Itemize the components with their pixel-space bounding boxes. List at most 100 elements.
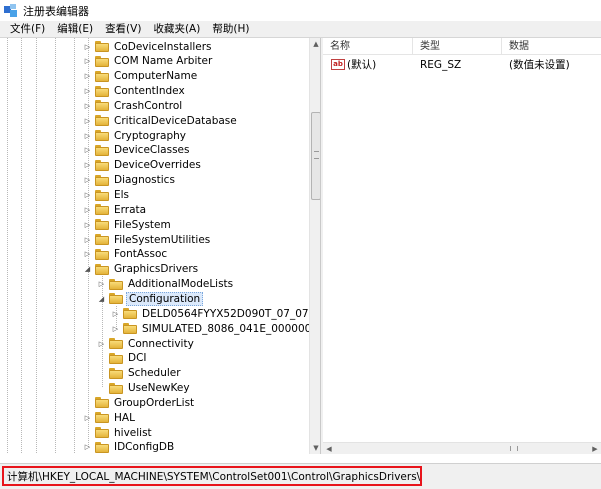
tree-node-label[interactable]: GroupOrderList (112, 397, 196, 409)
collapse-arrow-icon[interactable]: ◢ (83, 265, 92, 274)
tree-node-label[interactable]: SIMULATED_8086_041E_00000000_00020 (140, 323, 320, 335)
column-type-header[interactable]: 类型 (413, 38, 502, 55)
tree-node[interactable]: ▷ HAL (83, 410, 137, 425)
expand-arrow-icon[interactable]: ▷ (83, 101, 92, 110)
tree-node[interactable]: ▷ SIMULATED_8086_041E_00000000_00020 (111, 321, 320, 336)
scroll-down-arrow-icon[interactable]: ▼ (310, 442, 320, 454)
scroll-thumb[interactable] (311, 112, 320, 200)
tree-node[interactable]: ▷ DeviceClasses (83, 143, 191, 158)
expand-arrow-icon[interactable]: ▷ (111, 324, 120, 333)
expand-arrow-icon[interactable]: ▷ (83, 205, 92, 214)
tree-node[interactable]: GroupOrderList (83, 395, 196, 410)
expand-arrow-icon[interactable]: ▷ (83, 131, 92, 140)
tree-node[interactable]: ▷ Cryptography (83, 128, 188, 143)
collapse-arrow-icon[interactable]: ◢ (97, 294, 106, 303)
tree-node-label-selected[interactable]: Configuration (126, 291, 204, 306)
tree-node-label[interactable]: DCI (126, 352, 149, 364)
values-pane[interactable]: 名称 类型 数据 ab (默认) REG_SZ (数值未设置) ◀ ▶ (323, 38, 601, 454)
values-horizontal-scrollbar[interactable]: ◀ ▶ (323, 442, 601, 454)
tree-node[interactable]: ▷ DeviceOverrides (83, 158, 203, 173)
tree-node-label[interactable]: Cryptography (112, 130, 188, 142)
tree-node-label[interactable]: ComputerName (112, 70, 199, 82)
tree-node-label[interactable]: ContentIndex (112, 85, 187, 97)
expand-arrow-icon[interactable]: ▷ (83, 443, 92, 452)
scroll-up-arrow-icon[interactable]: ▲ (310, 38, 320, 50)
menu-favorites[interactable]: 收藏夹(A) (147, 21, 206, 38)
tree-node[interactable]: ▷ Els (83, 188, 131, 203)
tree-node[interactable]: ▷ Diagnostics (83, 173, 177, 188)
expand-arrow-icon[interactable]: ▷ (83, 72, 92, 81)
tree-node[interactable]: ▷ COM Name Arbiter (83, 54, 214, 69)
tree-node-label[interactable]: DeviceOverrides (112, 159, 203, 171)
expand-arrow-icon[interactable]: ▷ (83, 87, 92, 96)
folder-icon (123, 308, 137, 320)
tree-node-label[interactable]: AdditionalModeLists (126, 278, 235, 290)
tree-node[interactable]: hivelist (83, 425, 154, 440)
tree-node-label[interactable]: CriticalDeviceDatabase (112, 115, 239, 127)
tree-node[interactable]: ▷ CriticalDeviceDatabase (83, 113, 239, 128)
tree-node-label[interactable]: COM Name Arbiter (112, 55, 214, 67)
tree-node[interactable]: ▷ CrashControl (83, 98, 184, 113)
tree-node[interactable]: ▷ FontAssoc (83, 247, 169, 262)
tree-node[interactable]: ▷ IDConfigDB (83, 440, 176, 454)
tree-node-label[interactable]: HAL (112, 412, 137, 424)
expand-arrow-icon[interactable]: ▷ (97, 280, 106, 289)
expand-arrow-icon[interactable]: ▷ (83, 161, 92, 170)
column-data-header[interactable]: 数据 (502, 38, 601, 55)
tree-node-label[interactable]: FontAssoc (112, 248, 169, 260)
tree-node-label[interactable]: DeviceClasses (112, 144, 191, 156)
tree-node-label[interactable]: FileSystemUtilities (112, 234, 212, 246)
scroll-right-arrow-icon[interactable]: ▶ (589, 443, 601, 454)
expand-arrow-icon[interactable]: ▷ (83, 57, 92, 66)
registry-tree-pane[interactable]: ▷ CoDeviceInstallers ▷ COM Name Arbiter ▷ Com… (0, 38, 321, 454)
tree-node[interactable]: ▷ FileSystemUtilities (83, 232, 212, 247)
tree-node[interactable]: ▷ DELD0564FYYX52D090T_07_07DF_70^B7 (111, 306, 320, 321)
tree-node[interactable]: ▷ ContentIndex (83, 84, 187, 99)
status-bar: 计算机\HKEY_LOCAL_MACHINE\SYSTEM\ControlSet… (0, 463, 601, 489)
menu-file[interactable]: 文件(F) (4, 21, 51, 38)
tree-node[interactable]: ▷ Connectivity (97, 336, 196, 351)
tree-vertical-scrollbar[interactable]: ▲ ▼ (309, 38, 320, 454)
tree-node[interactable]: ▷ FileSystem (83, 217, 173, 232)
tree-node[interactable]: ▷ ComputerName (83, 69, 199, 84)
expand-arrow-icon[interactable]: ▷ (83, 176, 92, 185)
column-name-header[interactable]: 名称 (323, 38, 413, 55)
scroll-grip[interactable] (510, 446, 518, 451)
tree-node[interactable]: Scheduler (97, 366, 183, 381)
scroll-left-arrow-icon[interactable]: ◀ (323, 443, 335, 454)
tree-node[interactable]: UseNewKey (97, 381, 192, 396)
tree-node-label[interactable]: Connectivity (126, 338, 196, 350)
tree-node[interactable]: ▷ Errata (83, 202, 148, 217)
menu-help[interactable]: 帮助(H) (206, 21, 255, 38)
tree-node-label[interactable]: FileSystem (112, 219, 173, 231)
tree-node-label[interactable]: Diagnostics (112, 174, 177, 186)
tree-node-label[interactable]: DELD0564FYYX52D090T_07_07DF_70^B7 (140, 308, 320, 320)
tree-node[interactable]: DCI (97, 351, 149, 366)
menu-edit[interactable]: 编辑(E) (51, 21, 99, 38)
tree-node-label[interactable]: Els (112, 189, 131, 201)
expand-arrow-icon[interactable]: ▷ (83, 250, 92, 259)
menu-view[interactable]: 查看(V) (99, 21, 147, 38)
tree-node[interactable]: ◢ Configuration (97, 291, 204, 306)
tree-node-label[interactable]: Scheduler (126, 367, 183, 379)
expand-arrow-icon[interactable]: ▷ (97, 339, 106, 348)
expand-arrow-icon[interactable]: ▷ (83, 116, 92, 125)
expand-arrow-icon[interactable]: ▷ (83, 42, 92, 51)
tree-node-label[interactable]: IDConfigDB (112, 441, 176, 453)
expand-arrow-icon[interactable]: ▷ (83, 146, 92, 155)
value-row[interactable]: ab (默认) (331, 57, 376, 72)
tree-node-label[interactable]: Errata (112, 204, 148, 216)
tree-node[interactable]: ▷ CoDeviceInstallers (83, 39, 214, 54)
expand-arrow-icon[interactable]: ▷ (83, 191, 92, 200)
expand-arrow-icon[interactable]: ▷ (83, 413, 92, 422)
tree-node-label[interactable]: CoDeviceInstallers (112, 41, 214, 53)
tree-node[interactable]: ▷ AdditionalModeLists (97, 277, 235, 292)
expand-arrow-icon[interactable]: ▷ (83, 235, 92, 244)
tree-node-label[interactable]: CrashControl (112, 100, 184, 112)
tree-node-label[interactable]: GraphicsDrivers (112, 263, 200, 275)
tree-node-label[interactable]: UseNewKey (126, 382, 192, 394)
tree-node[interactable]: ◢ GraphicsDrivers (83, 262, 200, 277)
tree-node-label[interactable]: hivelist (112, 427, 154, 439)
expand-arrow-icon[interactable]: ▷ (83, 220, 92, 229)
expand-arrow-icon[interactable]: ▷ (111, 309, 120, 318)
